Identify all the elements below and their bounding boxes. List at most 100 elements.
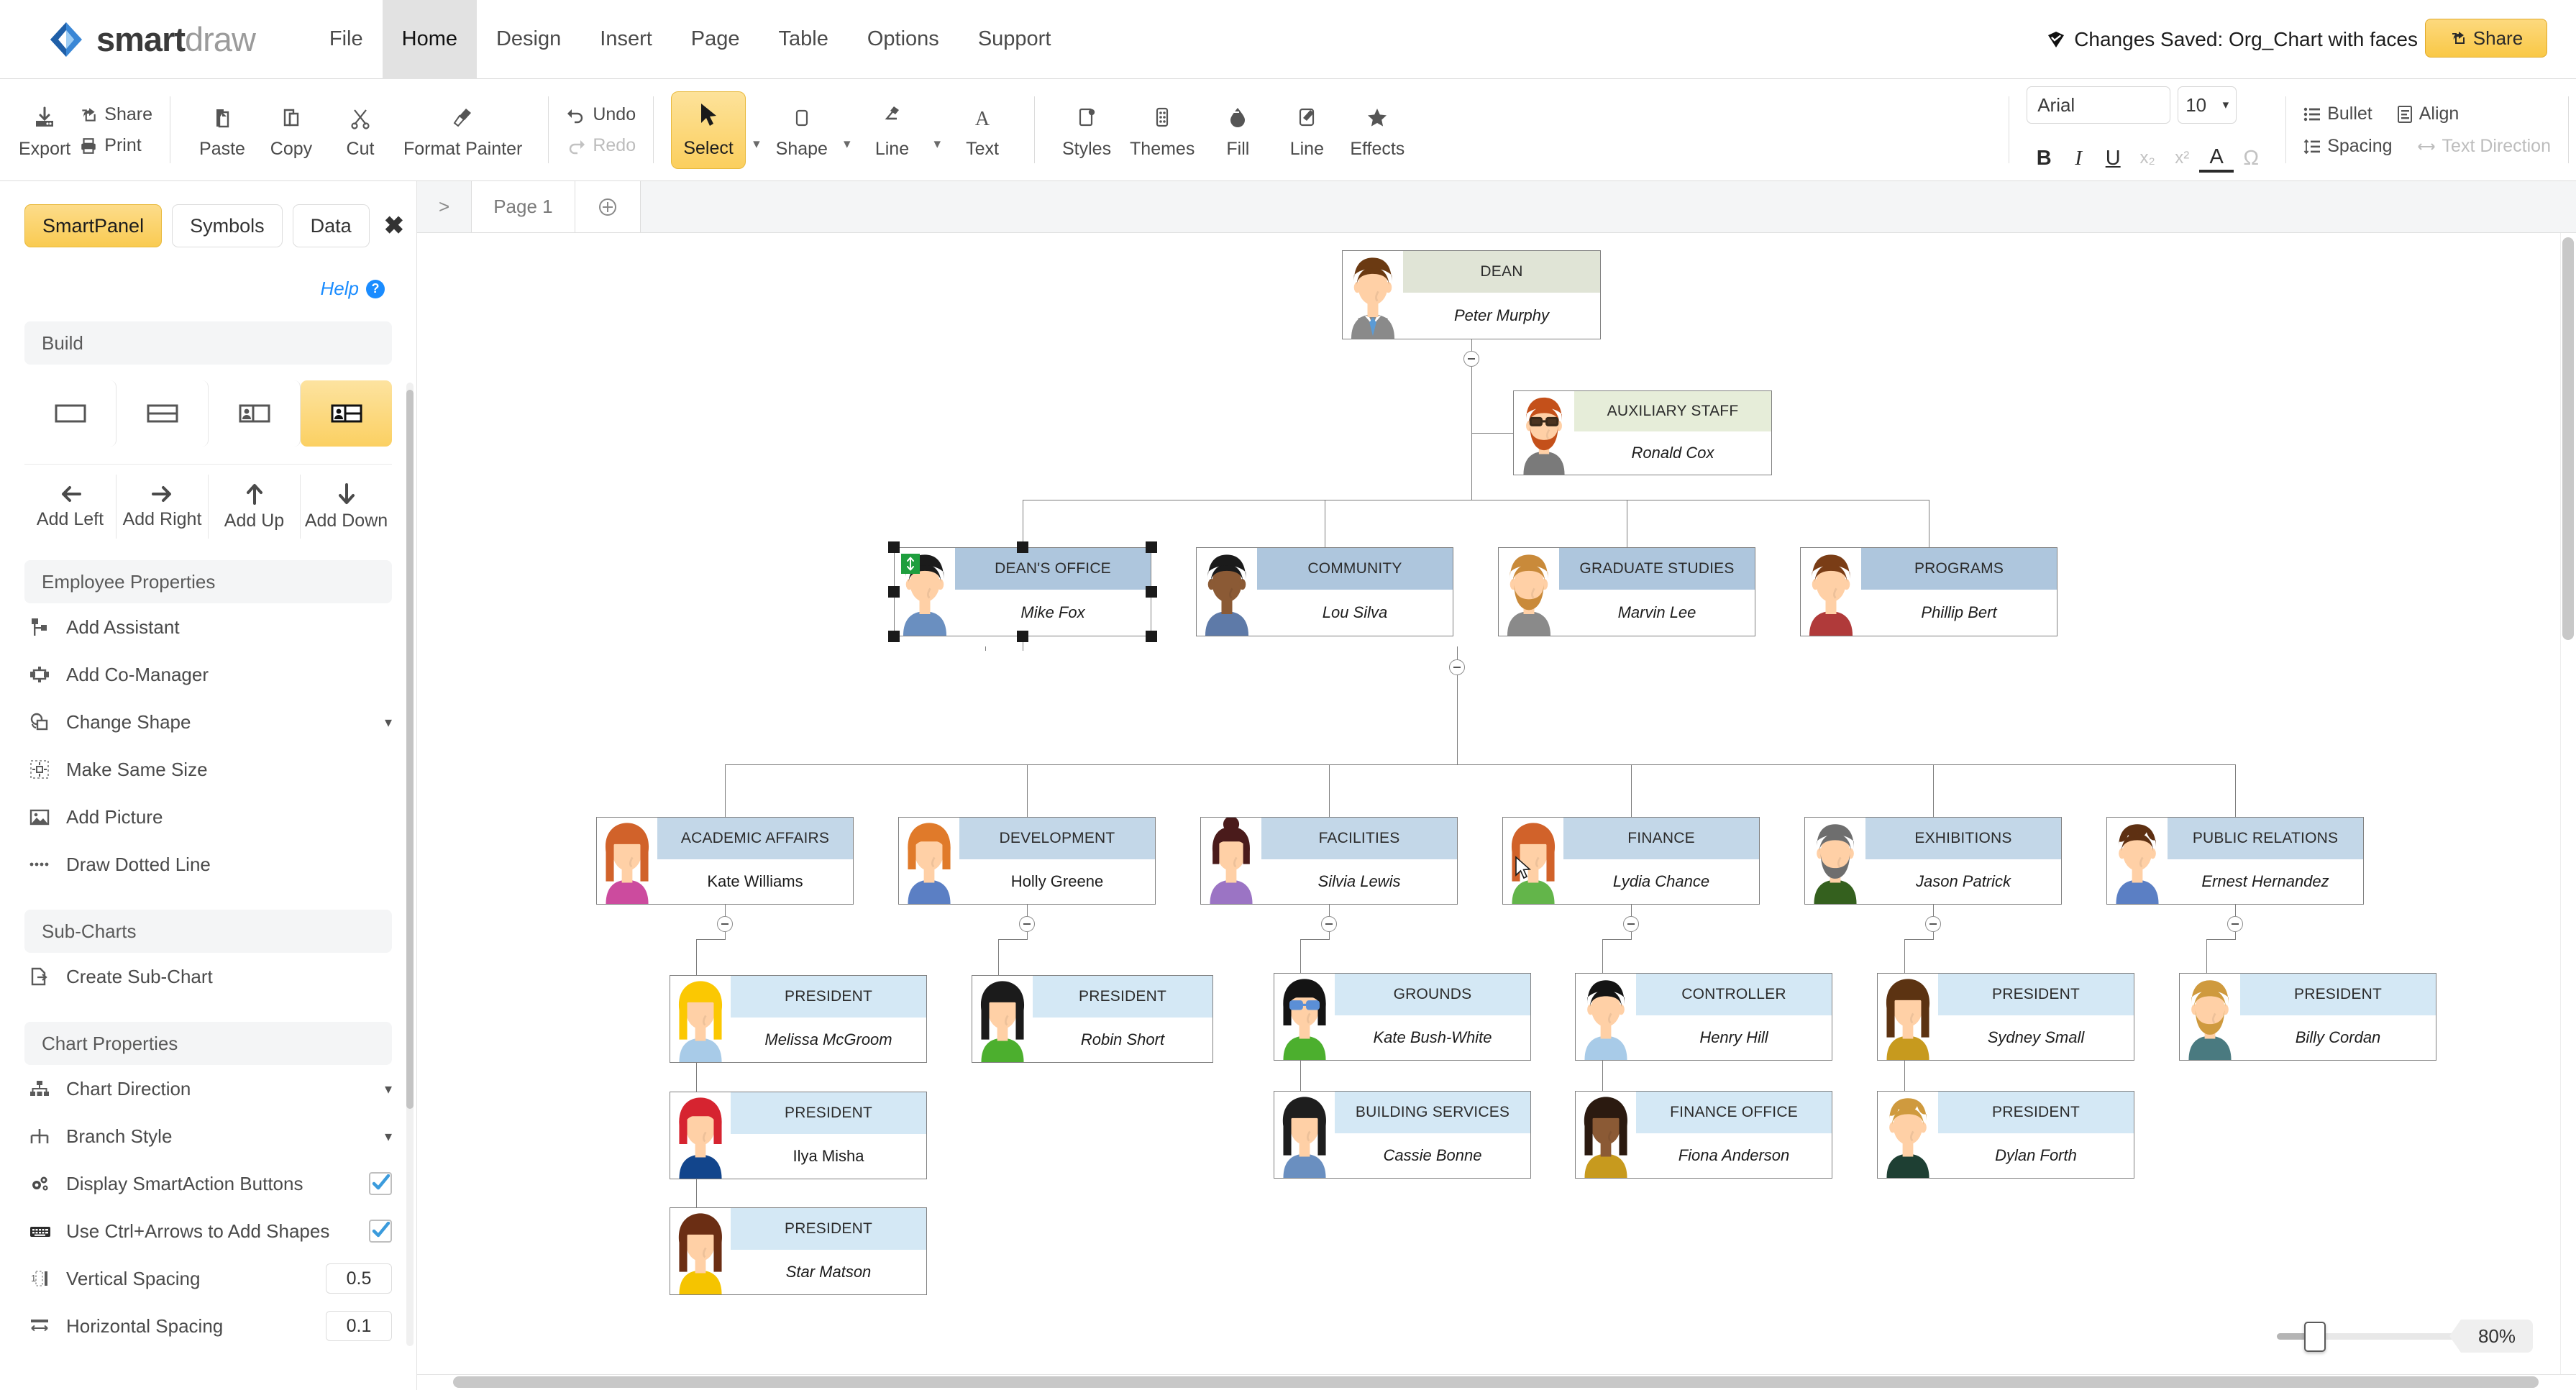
org-chart-node[interactable]: DEAN'S OFFICEMike Fox xyxy=(894,547,1151,636)
cut-button[interactable]: Cut xyxy=(326,87,395,173)
selection-handle[interactable] xyxy=(1146,631,1157,642)
styles-button[interactable]: Styles xyxy=(1052,87,1121,173)
org-chart-node[interactable]: FINANCE OFFICEFiona Anderson xyxy=(1575,1091,1832,1179)
collapse-panel-button[interactable]: > xyxy=(417,181,472,232)
org-chart-node[interactable]: PRESIDENTRobin Short xyxy=(972,975,1213,1063)
org-chart-node[interactable]: DEVELOPMENTHolly Greene xyxy=(898,817,1156,905)
select-dropdown-caret[interactable]: ▾ xyxy=(746,136,767,152)
tab-symbols[interactable]: Symbols xyxy=(172,204,283,247)
build-option-single-box[interactable] xyxy=(24,380,117,447)
export-button[interactable]: Export xyxy=(10,87,79,173)
resize-vertical-badge[interactable] xyxy=(901,554,920,574)
tab-smartpanel[interactable]: SmartPanel xyxy=(24,204,162,247)
org-chart-node[interactable]: PRESIDENTDylan Forth xyxy=(1877,1091,2134,1179)
line-dropdown-caret[interactable]: ▾ xyxy=(926,136,948,152)
org-chart-node[interactable]: GROUNDSKate Bush-White xyxy=(1274,973,1531,1061)
menu-item-support[interactable]: Support xyxy=(959,0,1071,79)
add-up-button[interactable]: Add Up xyxy=(209,475,301,539)
sidebar-item-horizontal-spacing[interactable]: Horizontal Spacing 0.1 xyxy=(24,1302,392,1350)
build-option-photo-left-split[interactable] xyxy=(301,380,392,447)
add-left-button[interactable]: Add Left xyxy=(24,475,117,539)
org-chart-node[interactable]: PUBLIC RELATIONSErnest Hernandez xyxy=(2106,817,2364,905)
selection-handle[interactable] xyxy=(888,541,900,553)
sidebar-item-make-same-size[interactable]: Make Same Size xyxy=(24,746,392,793)
fill-button[interactable]: Fill xyxy=(1203,87,1272,173)
smartdraw-logo[interactable]: smartdraw xyxy=(47,19,255,59)
sidebar-item-add-co-manager[interactable]: Add Co-Manager xyxy=(24,651,392,698)
collapse-toggle-button[interactable] xyxy=(2227,916,2243,932)
org-chart-node[interactable]: BUILDING SERVICESCassie Bonne xyxy=(1274,1091,1531,1179)
collapse-toggle-button[interactable] xyxy=(1449,659,1465,675)
org-chart-node[interactable]: COMMUNITYLou Silva xyxy=(1196,547,1453,636)
build-option-photo-left[interactable] xyxy=(209,380,301,447)
selection-handle[interactable] xyxy=(888,586,900,598)
horizontal-spacing-input[interactable]: 0.1 xyxy=(326,1311,392,1341)
spacing-button[interactable]: Spacing xyxy=(2303,136,2392,157)
collapse-toggle-button[interactable] xyxy=(1925,916,1941,932)
build-option-split-box[interactable] xyxy=(117,380,209,447)
display-smartaction-checkbox[interactable] xyxy=(369,1172,392,1195)
collapse-toggle-button[interactable] xyxy=(1463,351,1479,367)
underline-button[interactable]: U xyxy=(2096,142,2130,174)
selection-handle[interactable] xyxy=(888,631,900,642)
org-chart-node[interactable]: PRESIDENTStar Matson xyxy=(670,1207,927,1295)
menu-item-insert[interactable]: Insert xyxy=(580,0,672,79)
line-tool-button[interactable]: Line xyxy=(857,87,926,173)
use-ctrl-arrows-checkbox[interactable] xyxy=(369,1220,392,1243)
org-chart-node[interactable]: PROGRAMSPhillip Bert xyxy=(1800,547,2057,636)
chevron-down-icon[interactable]: ▾ xyxy=(385,713,392,731)
org-chart-node[interactable]: CONTROLLERHenry Hill xyxy=(1575,973,1832,1061)
selection-handle[interactable] xyxy=(1146,541,1157,553)
sidebar-item-vertical-spacing[interactable]: 1 Vertical Spacing 0.5 xyxy=(24,1255,392,1302)
chevron-down-icon[interactable]: ▾ xyxy=(385,1128,392,1146)
bold-button[interactable]: B xyxy=(2027,142,2061,174)
subscript-button[interactable]: x₂ xyxy=(2130,142,2165,174)
line-style-button[interactable]: Line xyxy=(1272,87,1341,173)
menu-item-design[interactable]: Design xyxy=(477,0,580,79)
font-family-input[interactable]: Arial xyxy=(2027,86,2170,124)
effects-button[interactable]: Effects xyxy=(1341,87,1413,173)
org-chart-node[interactable]: PRESIDENTSydney Small xyxy=(1877,973,2134,1061)
diagram-canvas[interactable]: DEANPeter Murphy AUXILIARY STAFFRonald C… xyxy=(417,233,2576,1390)
zoom-slider-thumb[interactable] xyxy=(2304,1322,2326,1352)
ribbon-share-button[interactable]: Share xyxy=(79,104,152,125)
menu-item-options[interactable]: Options xyxy=(848,0,959,79)
collapse-toggle-button[interactable] xyxy=(1321,916,1337,932)
canvas-vertical-scrollbar-track[interactable] xyxy=(2560,233,2576,1374)
org-chart-node[interactable]: DEANPeter Murphy xyxy=(1342,250,1601,339)
menu-item-file[interactable]: File xyxy=(310,0,383,79)
sidebar-scrollbar-thumb[interactable] xyxy=(406,390,414,1109)
sidebar-item-create-sub-chart[interactable]: Create Sub-Chart xyxy=(24,953,392,1000)
add-down-button[interactable]: Add Down xyxy=(301,475,392,539)
shape-tool-button[interactable]: Shape xyxy=(767,87,836,173)
text-tool-button[interactable]: A Text xyxy=(948,87,1017,173)
help-link[interactable]: Help ? xyxy=(0,247,416,300)
superscript-button[interactable]: x² xyxy=(2165,142,2199,174)
font-color-button[interactable]: A xyxy=(2199,144,2234,173)
align-button[interactable]: Align xyxy=(2397,104,2459,124)
sidebar-item-add-assistant[interactable]: Add Assistant xyxy=(24,603,392,651)
sidebar-item-chart-direction[interactable]: Chart Direction ▾ xyxy=(24,1065,392,1112)
collapse-toggle-button[interactable] xyxy=(1623,916,1639,932)
org-chart-node[interactable]: PRESIDENTIlya Misha xyxy=(670,1092,927,1179)
selection-handle[interactable] xyxy=(1146,586,1157,598)
menu-item-home[interactable]: Home xyxy=(383,0,477,79)
menu-item-page[interactable]: Page xyxy=(672,0,759,79)
vertical-spacing-input[interactable]: 0.5 xyxy=(326,1263,392,1294)
canvas-horizontal-scrollbar-thumb[interactable] xyxy=(453,1376,2539,1388)
sidebar-item-draw-dotted-line[interactable]: Draw Dotted Line xyxy=(24,841,392,888)
close-panel-icon[interactable]: ✖ xyxy=(384,211,405,240)
undo-button[interactable]: Undo xyxy=(566,104,636,125)
selection-handle[interactable] xyxy=(1017,541,1028,553)
format-painter-button[interactable]: Format Painter xyxy=(395,87,531,173)
collapse-toggle-button[interactable] xyxy=(1019,916,1035,932)
select-tool-button[interactable]: Select xyxy=(671,91,746,169)
org-chart-node[interactable]: EXHIBITIONSJason Patrick xyxy=(1804,817,2062,905)
sidebar-item-display-smartaction-buttons[interactable]: Display SmartAction Buttons xyxy=(24,1160,392,1207)
collapse-toggle-button[interactable] xyxy=(717,916,733,932)
org-chart-node[interactable]: PRESIDENTBilly Cordan xyxy=(2179,973,2436,1061)
sidebar-item-use-ctrl-arrows[interactable]: Use Ctrl+Arrows to Add Shapes xyxy=(24,1207,392,1255)
sidebar-item-change-shape[interactable]: Change Shape ▾ xyxy=(24,698,392,746)
symbol-button[interactable]: Ω xyxy=(2234,142,2268,174)
zoom-slider-track[interactable] xyxy=(2277,1333,2457,1340)
